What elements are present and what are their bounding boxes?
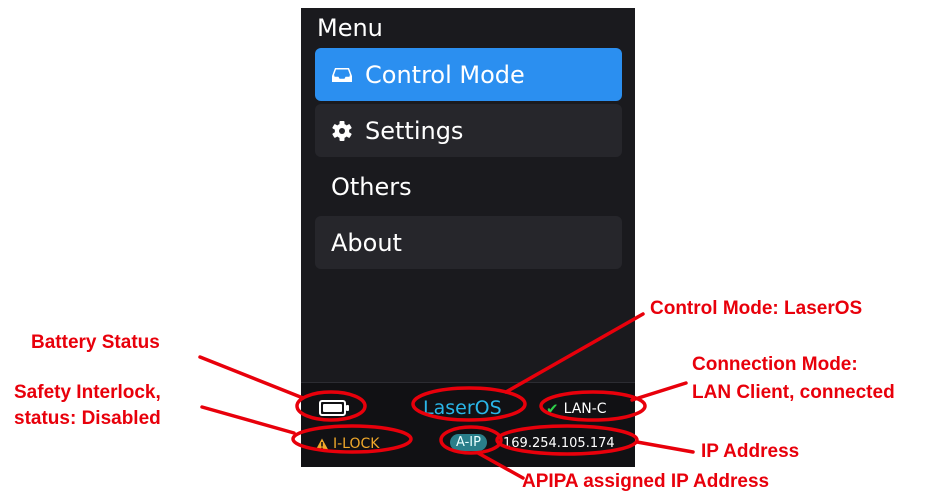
interlock-pointer	[200, 405, 296, 435]
menu-item-about[interactable]: About	[315, 216, 622, 269]
menu-title: Menu	[317, 14, 383, 42]
ip-address: 169.254.105.174	[503, 436, 615, 451]
menu-item-label: Others	[331, 172, 412, 201]
annotation-connection-line1: Connection Mode:	[692, 354, 858, 375]
annotation-battery: Battery Status	[31, 332, 160, 353]
menu-item-label: About	[331, 228, 402, 257]
annotation-connection-line2: LAN Client, connected	[692, 382, 895, 403]
status-bar: LaserOS ✔ LAN-C I-LOCK A-IP 169.254.105.…	[301, 382, 635, 467]
ip-badge: A-IP	[450, 434, 487, 451]
device-screen: Menu Control Mode Settings Others About …	[301, 8, 635, 467]
battery-pointer	[198, 355, 305, 400]
connection-label: LAN-C	[563, 401, 607, 417]
annotation-interlock-line2: status: Disabled	[14, 408, 161, 429]
control-mode-label: LaserOS	[423, 397, 502, 419]
checkmark-icon: ✔	[546, 400, 559, 418]
interlock-status: I-LOCK	[315, 436, 379, 452]
warning-icon	[315, 438, 329, 451]
ip-pointer	[635, 440, 695, 454]
menu-item-label: Control Mode	[365, 60, 525, 89]
menu-item-others[interactable]: Others	[315, 160, 622, 213]
annotation-interlock-line1: Safety Interlock,	[14, 382, 161, 403]
interlock-label: I-LOCK	[333, 436, 380, 452]
annotation-ip: IP Address	[701, 441, 800, 462]
annotation-control-mode: Control Mode: LaserOS	[650, 298, 863, 319]
battery-icon	[319, 400, 349, 416]
gear-icon	[331, 120, 353, 142]
annotation-apipa: APIPA assigned IP Address	[522, 471, 770, 492]
inbox-tray-icon	[331, 64, 353, 86]
menu-item-settings[interactable]: Settings	[315, 104, 622, 157]
menu-item-label: Settings	[365, 116, 464, 145]
menu-item-control-mode[interactable]: Control Mode	[315, 48, 622, 101]
connection-pointer	[630, 381, 688, 402]
connection-status: ✔ LAN-C	[546, 400, 607, 418]
